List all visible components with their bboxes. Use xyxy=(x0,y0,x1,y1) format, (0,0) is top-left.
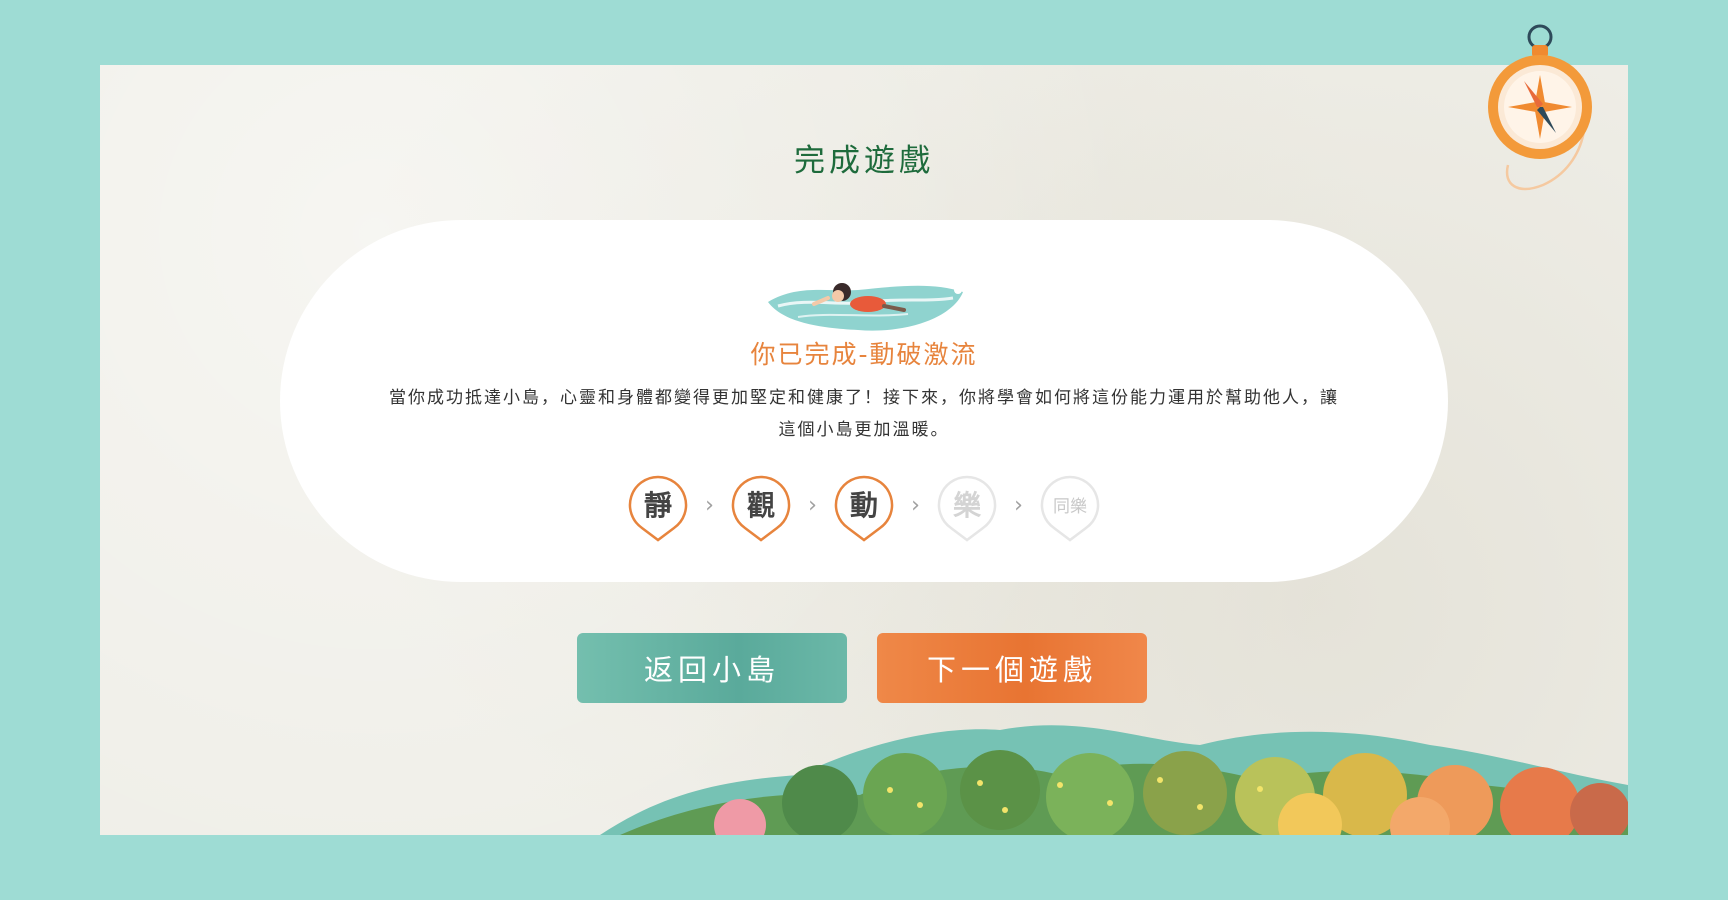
chevron-right-icon: › xyxy=(1014,492,1023,518)
chevron-right-icon: › xyxy=(911,492,920,518)
step-label: 靜 xyxy=(643,489,672,522)
result-card: 你已完成-動破激流 當你成功抵達小島，心靈和身體都變得更加堅定和健康了！接下來，… xyxy=(280,220,1448,582)
stage-description: 當你成功抵達小島，心靈和身體都變得更加堅定和健康了！接下來，你將學會如何將這份能… xyxy=(389,388,1339,440)
step-label: 樂 xyxy=(952,489,981,522)
step-item: 樂 xyxy=(936,474,998,542)
swimmer-illustration xyxy=(768,281,963,331)
step-item: 靜 xyxy=(627,474,689,542)
chevron-right-icon: › xyxy=(808,492,817,518)
game-panel: 完成遊戲 你已完成-動破激流 當你成功抵達小島，心靈和身體都變得更加堅定和健康了… xyxy=(100,65,1628,835)
step-label: 觀 xyxy=(746,489,775,522)
compass-icon xyxy=(1488,24,1592,191)
hills-illustration xyxy=(600,725,1628,835)
stage-complete-title: 你已完成-動破激流 xyxy=(750,340,978,369)
page-title: 完成遊戲 xyxy=(794,143,934,179)
step-item: 觀 xyxy=(730,474,792,542)
progress-steps: 靜 › 觀 › 動 › 樂 › 同樂 xyxy=(280,472,1448,544)
step-item: 同樂 xyxy=(1039,474,1101,542)
chevron-right-icon: › xyxy=(705,492,714,518)
step-label: 動 xyxy=(849,489,878,522)
step-item: 動 xyxy=(833,474,895,542)
step-label: 同樂 xyxy=(1053,496,1087,517)
